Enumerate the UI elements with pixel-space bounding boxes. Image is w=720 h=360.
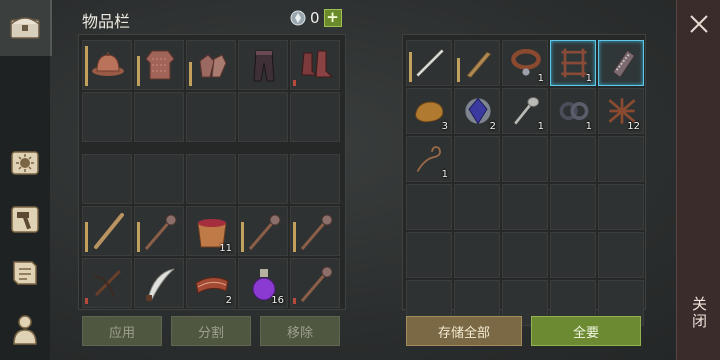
inventory-slot[interactable] bbox=[238, 92, 288, 142]
gem-icon bbox=[290, 10, 306, 26]
item-count: 12 bbox=[627, 121, 640, 132]
storage-grid: 1 1 3 2 1 1 12 1 bbox=[406, 40, 644, 326]
storage-slot[interactable] bbox=[550, 232, 596, 278]
item-count: 2 bbox=[225, 295, 232, 306]
bandaged-bracer-icon bbox=[612, 49, 636, 79]
leather-hat-icon bbox=[92, 52, 124, 76]
inventory-slot[interactable] bbox=[238, 154, 288, 204]
storage-slot[interactable]: 2 bbox=[454, 88, 500, 134]
inventory-slot[interactable] bbox=[186, 154, 236, 204]
storage-slot[interactable] bbox=[502, 136, 548, 182]
storage-slot[interactable] bbox=[406, 40, 452, 86]
chainmail-gloves-icon bbox=[199, 54, 227, 78]
inventory-slot[interactable] bbox=[290, 40, 340, 90]
crossbow-icon bbox=[93, 269, 122, 298]
storage-slot[interactable] bbox=[598, 136, 644, 182]
item-count: 16 bbox=[271, 295, 284, 306]
inventory-slot[interactable] bbox=[134, 154, 184, 204]
leather-pants-icon bbox=[253, 50, 275, 82]
storage-slot[interactable] bbox=[454, 40, 500, 86]
spiked-mace-icon bbox=[144, 214, 177, 250]
storage-slot[interactable] bbox=[454, 184, 500, 230]
storage-slot[interactable]: 12 bbox=[598, 88, 644, 134]
inventory-slot[interactable] bbox=[186, 40, 236, 90]
inventory-slot[interactable] bbox=[290, 92, 340, 142]
spiked-mace-icon bbox=[300, 214, 333, 250]
storage-slot[interactable]: 1 bbox=[550, 88, 596, 134]
item-count: 1 bbox=[585, 121, 592, 132]
item-count: 1 bbox=[537, 121, 544, 132]
spiked-mace-icon bbox=[248, 214, 281, 250]
storage-slot[interactable] bbox=[406, 184, 452, 230]
storage-slot[interactable] bbox=[598, 232, 644, 278]
close-label[interactable]: 关闭 bbox=[689, 296, 710, 330]
item-count: 11 bbox=[219, 243, 232, 254]
inventory-slot[interactable]: 16 bbox=[238, 258, 288, 308]
split-button[interactable]: 分割 bbox=[171, 316, 251, 346]
broad-sword-icon bbox=[466, 51, 492, 78]
inventory-slot[interactable] bbox=[82, 92, 132, 142]
item-count: 1 bbox=[537, 73, 544, 84]
character-icon[interactable] bbox=[6, 310, 44, 348]
storage-slot[interactable] bbox=[454, 136, 500, 182]
inventory-slot[interactable]: 2 bbox=[186, 258, 236, 308]
map-scroll-icon[interactable] bbox=[6, 254, 44, 292]
storage-slot[interactable] bbox=[454, 232, 500, 278]
storage-slot[interactable] bbox=[406, 232, 452, 278]
storage-slot[interactable] bbox=[598, 40, 644, 86]
close-icon[interactable] bbox=[687, 12, 711, 36]
leather-boots-icon bbox=[301, 50, 334, 78]
storage-slot[interactable] bbox=[550, 136, 596, 182]
item-count: 3 bbox=[441, 121, 448, 132]
item-count: 1 bbox=[585, 73, 592, 84]
inventory-slot[interactable] bbox=[238, 206, 288, 256]
inventory-slot[interactable] bbox=[290, 154, 340, 204]
inventory-slot[interactable] bbox=[290, 258, 340, 308]
storage-slot[interactable]: 1 bbox=[406, 136, 452, 182]
storage-slot[interactable]: 1 bbox=[502, 40, 548, 86]
inventory-slot[interactable] bbox=[82, 206, 132, 256]
storage-slot[interactable]: 3 bbox=[406, 88, 452, 134]
inventory-slot[interactable] bbox=[238, 40, 288, 90]
storage-slot[interactable] bbox=[598, 184, 644, 230]
storage-slot[interactable]: 1 bbox=[550, 40, 596, 86]
inventory-slot[interactable] bbox=[134, 92, 184, 142]
add-gems-button[interactable]: + bbox=[323, 9, 342, 27]
curved-sword-icon bbox=[146, 268, 175, 301]
bag-grid: 11 2 16 bbox=[82, 154, 340, 308]
storage-slot[interactable] bbox=[550, 184, 596, 230]
inventory-slot[interactable] bbox=[186, 92, 236, 142]
storage-slot[interactable] bbox=[502, 184, 548, 230]
gem-count: 0 bbox=[310, 9, 320, 27]
item-count: 2 bbox=[489, 121, 496, 132]
wooden-staff-icon bbox=[94, 213, 124, 249]
remove-button[interactable]: 移除 bbox=[260, 316, 340, 346]
tab-inventory[interactable] bbox=[0, 0, 52, 56]
inventory-slot[interactable] bbox=[134, 206, 184, 256]
item-count: 1 bbox=[441, 169, 448, 180]
storage-slot[interactable] bbox=[502, 232, 548, 278]
inventory-slot[interactable] bbox=[82, 258, 132, 308]
inventory-slot[interactable]: 11 bbox=[186, 206, 236, 256]
equipment-grid bbox=[82, 40, 340, 142]
long-sword-icon bbox=[416, 49, 444, 77]
inventory-slot[interactable] bbox=[290, 206, 340, 256]
store-all-button[interactable]: 存储全部 bbox=[406, 316, 522, 346]
storage-slot[interactable]: 1 bbox=[502, 88, 548, 134]
side-tab-rail bbox=[0, 0, 52, 360]
spiked-mace-icon bbox=[300, 266, 333, 302]
take-all-button[interactable]: 全要 bbox=[531, 316, 641, 346]
chest-icon bbox=[6, 8, 44, 46]
hammer-icon[interactable] bbox=[6, 200, 44, 238]
inventory-slot[interactable] bbox=[82, 154, 132, 204]
sun-scroll-icon[interactable] bbox=[6, 144, 44, 182]
close-panel[interactable]: 关闭 bbox=[676, 0, 720, 360]
gem-balance: 0 + bbox=[290, 9, 342, 27]
inventory-slot[interactable] bbox=[134, 40, 184, 90]
inventory-slot[interactable] bbox=[134, 258, 184, 308]
page-title: 物品栏 bbox=[82, 12, 131, 31]
inventory-slot[interactable] bbox=[82, 40, 132, 90]
apply-button[interactable]: 应用 bbox=[82, 316, 162, 346]
chainmail-shirt-icon bbox=[145, 50, 175, 80]
